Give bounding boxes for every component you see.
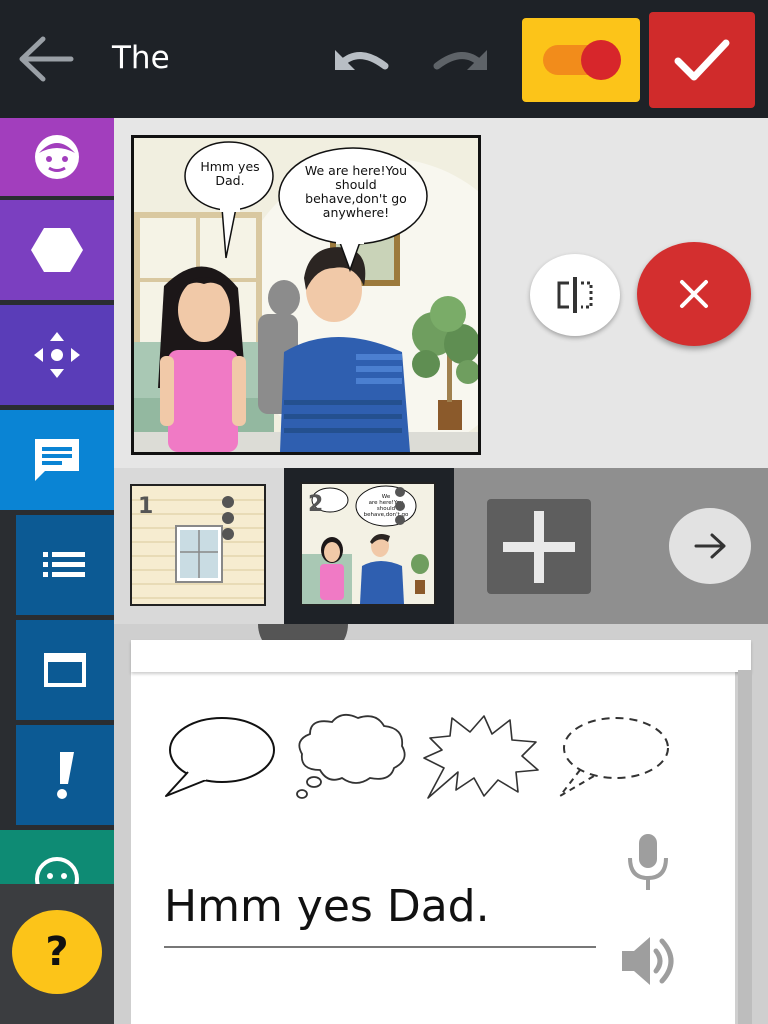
speech-bubble-2-text[interactable]: We are here!You should behave,don't go a… [294, 164, 418, 220]
close-icon [680, 280, 708, 308]
help-button[interactable]: ? [12, 910, 102, 994]
move-tool-button[interactable] [0, 305, 114, 405]
toggle-knob [581, 40, 621, 80]
speech-bubble-option[interactable] [160, 712, 280, 802]
arrow-right-icon [694, 533, 726, 559]
speech-bubble-icon [165, 717, 275, 797]
face-icon [35, 135, 79, 179]
exclamation-icon [57, 752, 74, 799]
window-icon [44, 653, 86, 687]
thought-bubble-icon [296, 713, 406, 799]
shape-tool-button[interactable] [0, 200, 114, 300]
move-arrows-icon [34, 332, 80, 378]
whisper-bubble-option[interactable] [554, 712, 674, 802]
character-tool-button[interactable] [0, 118, 114, 196]
thumbnail-slot-2: We are here!You should behave,don't go 2 [284, 468, 454, 624]
flip-horizontal-icon [557, 277, 593, 313]
comic-title[interactable]: The [112, 40, 170, 76]
flip-button[interactable] [530, 254, 620, 336]
confirm-button[interactable] [649, 12, 755, 108]
arrow-left-icon [19, 36, 74, 82]
list-tool-button[interactable] [16, 515, 114, 615]
thought-bubble-option[interactable] [290, 710, 412, 802]
redo-icon [433, 50, 487, 70]
toggle-switch-icon [543, 40, 621, 80]
speaker-icon [622, 937, 674, 985]
chat-bubble-icon [35, 439, 79, 481]
back-button[interactable] [12, 28, 78, 90]
panel-tool-button[interactable] [16, 620, 114, 720]
thumbnail-slot-1: 1 [114, 468, 284, 624]
shout-bubble-icon [423, 715, 539, 799]
undo-button[interactable] [322, 36, 394, 84]
dialog-scrollbar[interactable] [738, 670, 752, 1024]
microphone-icon [628, 834, 668, 890]
emphasis-tool-button[interactable] [16, 725, 114, 825]
add-panel-button[interactable] [487, 499, 591, 594]
emotion-tool-button[interactable] [0, 830, 114, 884]
tool-sidebar [0, 118, 114, 1024]
top-bar: The [0, 0, 768, 118]
panel-thumbnail-2[interactable]: We are here!You should behave,don't go 2 [300, 482, 436, 606]
dialog-top-strip [131, 640, 751, 672]
preview-toggle-button[interactable] [522, 18, 640, 102]
play-audio-button[interactable] [614, 928, 684, 994]
voice-input-button[interactable] [620, 830, 676, 894]
whisper-bubble-icon [559, 717, 669, 797]
undo-icon [335, 50, 389, 70]
panel-thumbnail-1[interactable]: 1 [130, 484, 266, 606]
redo-button[interactable] [428, 36, 500, 84]
bubble-text-input[interactable]: Hmm yes Dad. [164, 878, 596, 948]
comic-panel[interactable]: Hmm yes Dad. We are here!You should beha… [131, 135, 481, 455]
thumbnail-2-number: 2 [308, 492, 324, 517]
comic-editor-app: The ? Hmm yes Dad. We are here!You shoul… [0, 0, 768, 1024]
panel-thumbnail-strip: 1 We are here!You should behave,don't go… [114, 468, 768, 624]
plus-icon [503, 510, 575, 583]
list-icon [43, 552, 85, 577]
speech-tool-button[interactable] [0, 410, 114, 510]
speech-bubble-1-text[interactable]: Hmm yes Dad. [194, 160, 266, 188]
shout-bubble-option[interactable] [422, 712, 542, 802]
smiley-icon [35, 857, 79, 884]
hexagon-icon [31, 228, 83, 272]
checkmark-icon [674, 39, 730, 81]
delete-panel-button[interactable] [637, 242, 751, 346]
thumbnail-1-number: 1 [138, 494, 154, 519]
next-panel-button[interactable] [669, 508, 751, 584]
panel-preview-area: Hmm yes Dad. We are here!You should beha… [114, 118, 768, 468]
